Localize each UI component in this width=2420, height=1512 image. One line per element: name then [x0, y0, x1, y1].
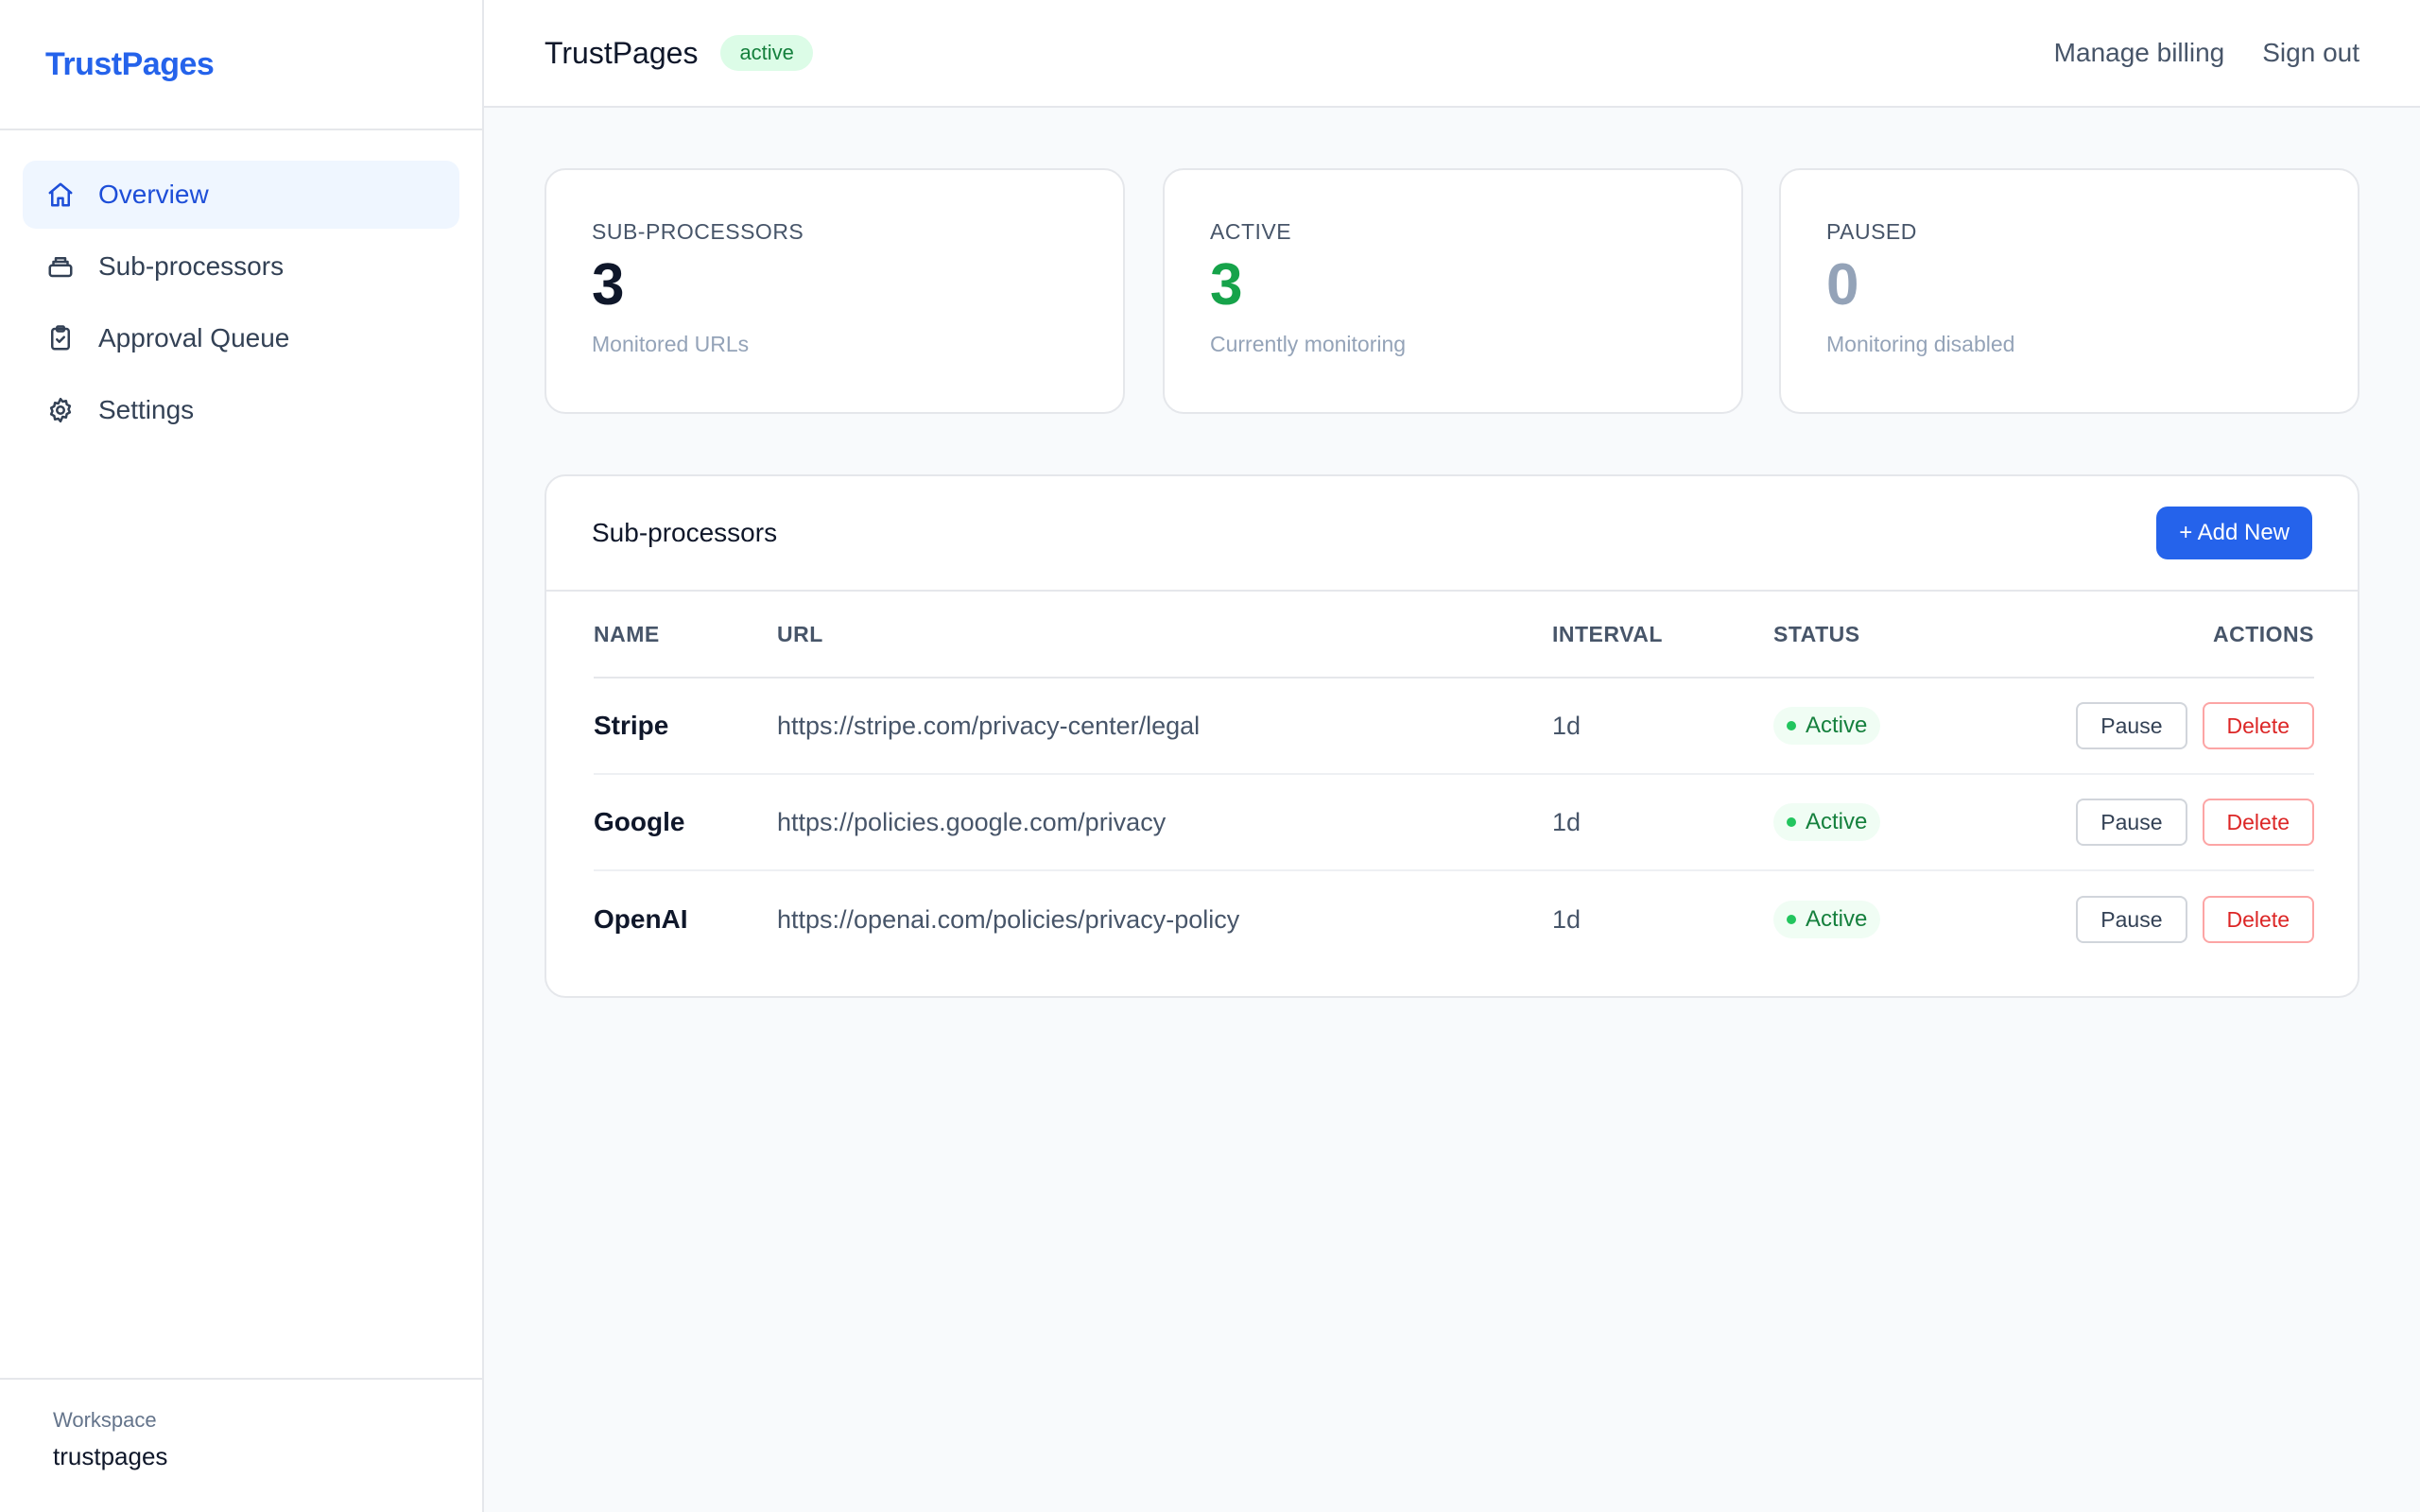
sidebar-item-label: Settings: [98, 395, 195, 424]
pause-button[interactable]: Pause: [2076, 702, 2187, 749]
delete-button[interactable]: Delete: [2202, 896, 2314, 943]
row-interval: 1d: [1552, 904, 1582, 934]
status-badge: Active: [1773, 803, 1881, 841]
table-header-row: NAME URL INTERVAL STATUS ACTIONS: [594, 592, 2314, 679]
stat-subtext: Monitored URLs: [592, 332, 750, 356]
row-url: https://stripe.com/privacy-center/legal: [777, 711, 1201, 740]
status-badge: Active: [1773, 707, 1881, 745]
row-actions: Pause Delete: [2076, 679, 2314, 773]
status-dot-icon: [1787, 915, 1796, 924]
column-header-status: STATUS: [1773, 621, 1860, 646]
row-name: Google: [594, 807, 685, 836]
stat-label: SUB-PROCESSORS: [592, 219, 804, 244]
row-status: Active: [1773, 871, 1881, 968]
row-interval: 1d: [1552, 711, 1582, 740]
status-label: Active: [1806, 713, 1868, 738]
table-row: Google https://policies.google.com/priva…: [594, 775, 2314, 871]
status-badge: Active: [1773, 901, 1881, 938]
home-icon: [45, 180, 76, 210]
stat-card-active: ACTIVE 3 Currently monitoring: [1163, 168, 1743, 414]
column-header-url: URL: [777, 621, 823, 646]
row-actions: Pause Delete: [2076, 775, 2314, 869]
card-title: Sub-processors: [592, 518, 778, 547]
row-name: Stripe: [594, 711, 669, 740]
column-header-actions: ACTIONS: [2213, 621, 2314, 646]
sidebar-item-approval-queue[interactable]: Approval Queue: [23, 304, 459, 372]
row-name: OpenAI: [594, 904, 688, 934]
sign-out-link[interactable]: Sign out: [2262, 38, 2360, 68]
pause-button[interactable]: Pause: [2076, 799, 2187, 846]
table-row: OpenAI https://openai.com/policies/priva…: [594, 871, 2314, 968]
status-badge: active: [720, 35, 813, 71]
sidebar-item-settings[interactable]: Settings: [23, 376, 459, 444]
column-header-name: NAME: [594, 621, 660, 646]
row-url: https://policies.google.com/privacy: [777, 807, 1167, 836]
delete-button[interactable]: Delete: [2202, 799, 2314, 846]
status-label: Active: [1806, 809, 1868, 834]
gear-icon: [45, 395, 76, 425]
sidebar-nav: Overview Sub-processors Approval Queue S…: [0, 130, 482, 444]
top-header: TrustPages active Manage billing Sign ou…: [484, 0, 2420, 108]
manage-billing-link[interactable]: Manage billing: [2054, 38, 2225, 68]
stat-value: 3: [1210, 252, 1243, 318]
status-dot-icon: [1787, 721, 1796, 730]
sub-processors-card: Sub-processors + Add New NAME URL INTERV…: [544, 474, 2360, 998]
add-new-button[interactable]: + Add New: [2156, 507, 2312, 559]
sidebar-item-label: Sub-processors: [98, 251, 285, 281]
workspace-name: trustpages: [53, 1442, 168, 1470]
sidebar-item-overview[interactable]: Overview: [23, 161, 459, 229]
sidebar-item-sub-processors[interactable]: Sub-processors: [23, 232, 459, 301]
row-status: Active: [1773, 775, 1881, 869]
sidebar: TrustPages Overview Sub-processors Appro…: [0, 0, 484, 1512]
status-dot-icon: [1787, 817, 1796, 827]
stat-label: ACTIVE: [1210, 219, 1292, 244]
clipboard-check-icon: [45, 323, 76, 353]
database-icon: [45, 251, 76, 282]
row-interval: 1d: [1552, 807, 1582, 836]
workspace-switcher[interactable]: Workspace trustpages: [0, 1378, 482, 1512]
stat-value: 0: [1826, 252, 1859, 318]
card-header: Sub-processors + Add New: [546, 476, 2358, 592]
pause-button[interactable]: Pause: [2076, 896, 2187, 943]
stat-value: 3: [592, 252, 625, 318]
workspace-label: Workspace: [53, 1408, 157, 1432]
stat-label: PAUSED: [1826, 219, 1917, 244]
sidebar-item-label: Approval Queue: [98, 323, 290, 352]
row-url: https://openai.com/policies/privacy-poli…: [777, 904, 1240, 934]
column-header-interval: INTERVAL: [1552, 621, 1663, 646]
stat-subtext: Currently monitoring: [1210, 332, 1407, 356]
stat-card-sub-processors: SUB-PROCESSORS 3 Monitored URLs: [544, 168, 1125, 414]
brand-logo[interactable]: TrustPages: [45, 46, 215, 83]
stat-subtext: Monitoring disabled: [1826, 332, 2015, 356]
table-row: Stripe https://stripe.com/privacy-center…: [594, 679, 2314, 775]
stat-card-paused: PAUSED 0 Monitoring disabled: [1779, 168, 2360, 414]
row-actions: Pause Delete: [2076, 871, 2314, 968]
row-status: Active: [1773, 679, 1881, 773]
delete-button[interactable]: Delete: [2202, 702, 2314, 749]
page-title: TrustPages: [544, 35, 699, 70]
sub-processors-table: NAME URL INTERVAL STATUS ACTIONS Stripe …: [594, 592, 2314, 968]
sidebar-item-label: Overview: [98, 180, 209, 209]
brand: TrustPages: [0, 0, 482, 130]
status-label: Active: [1806, 906, 1868, 932]
